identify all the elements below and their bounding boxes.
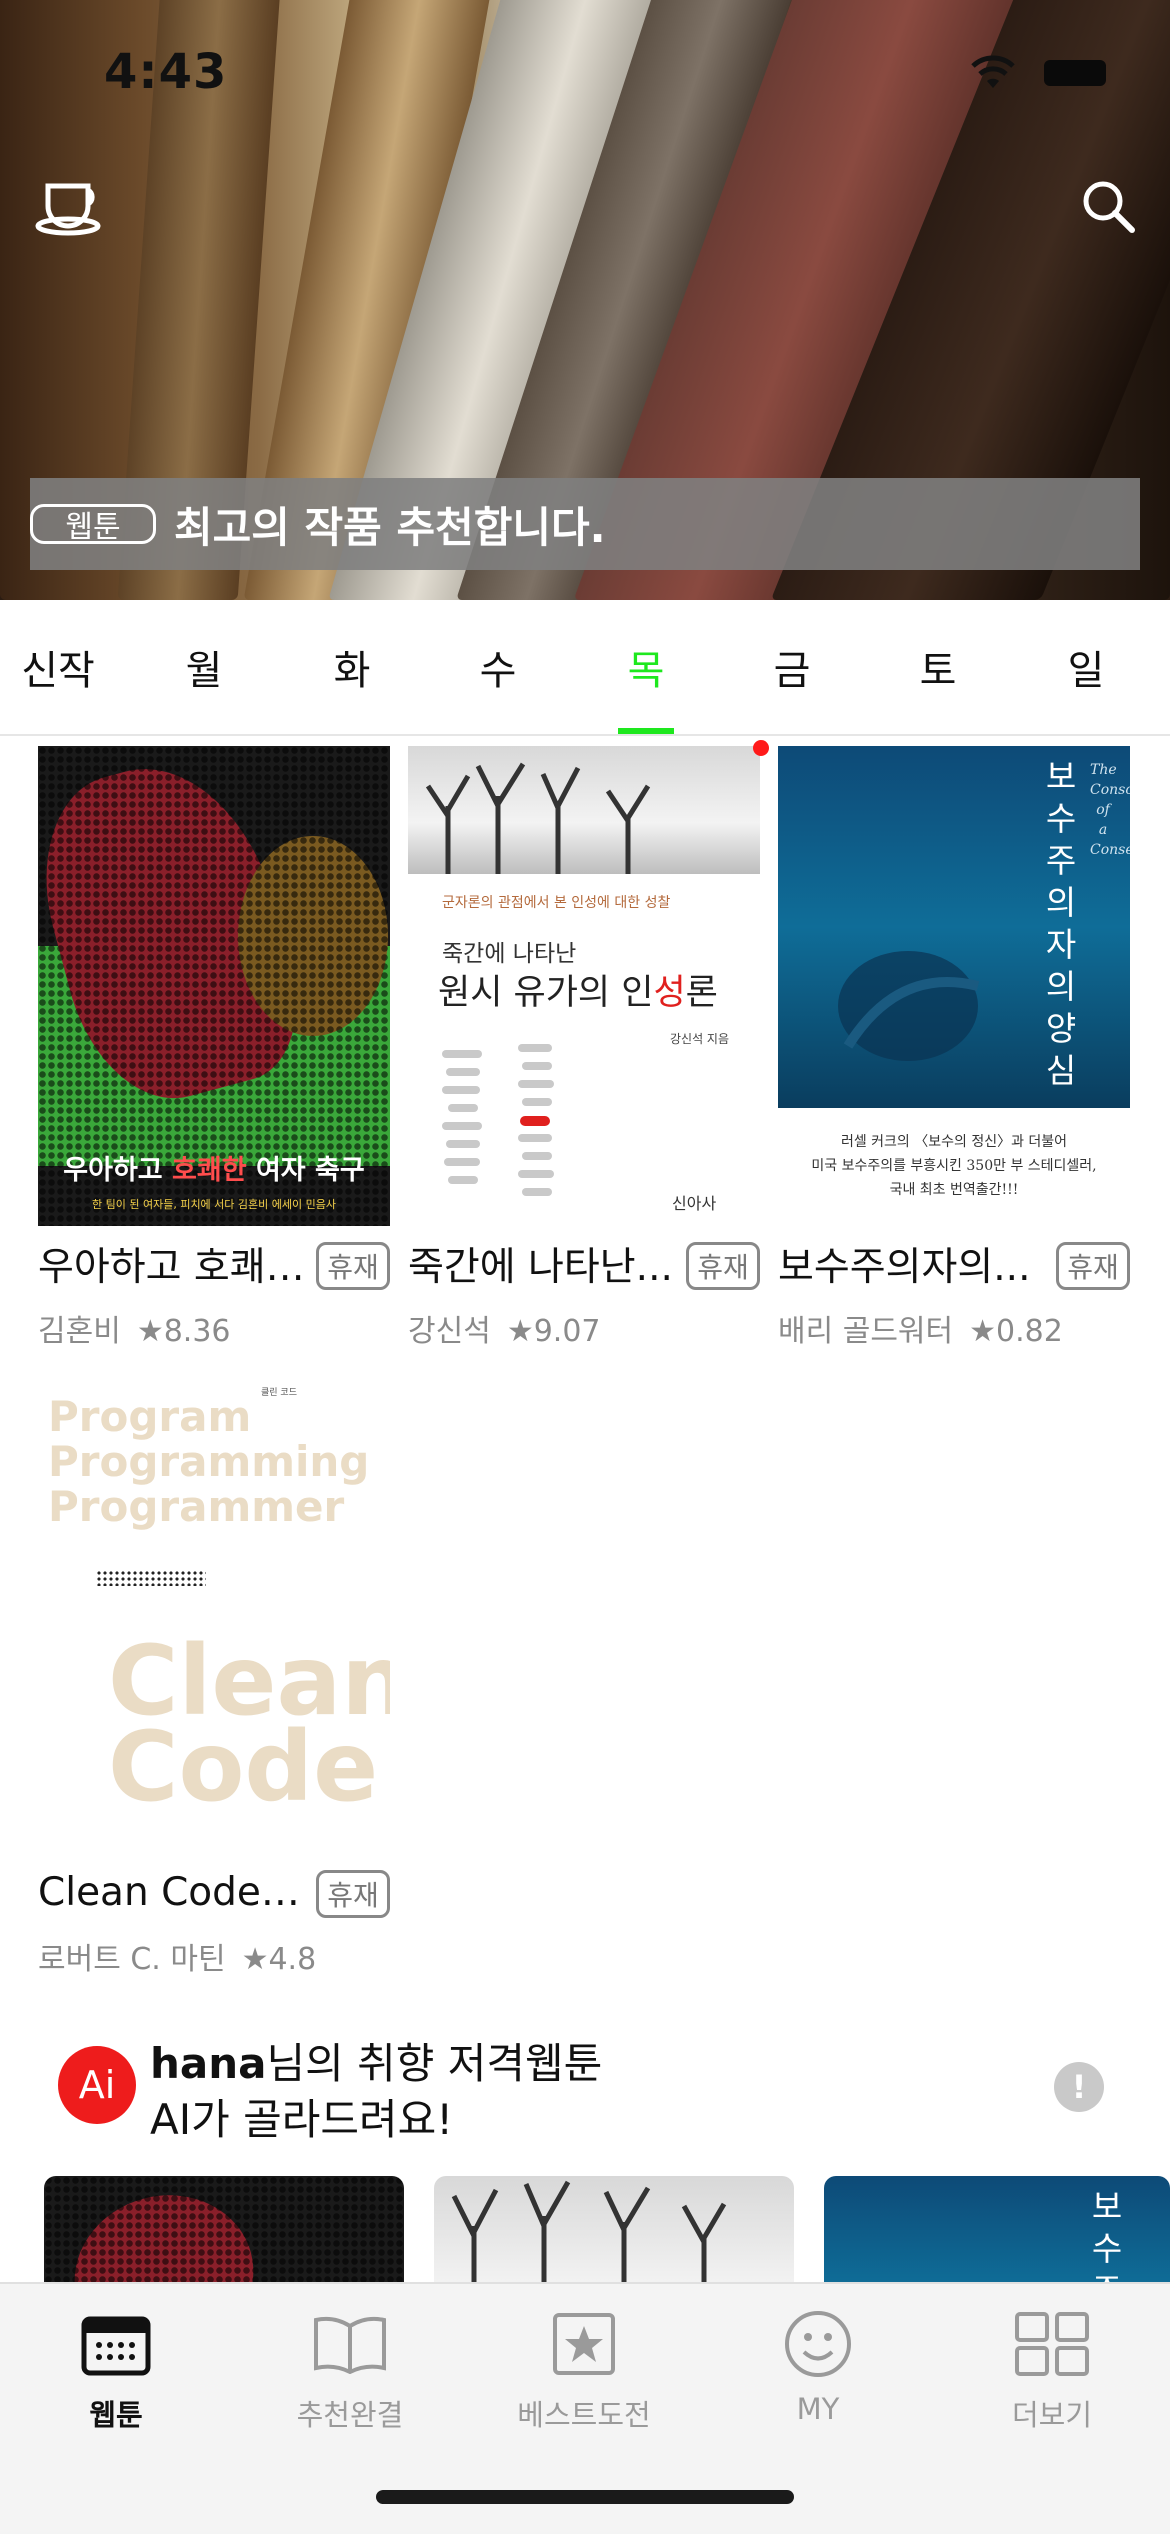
webtoon-tag: 웹툰 <box>30 504 156 545</box>
tab-saturday[interactable]: 토 <box>898 638 978 696</box>
hiatus-badge: 휴재 <box>1056 1242 1130 1290</box>
tab-sunday[interactable]: 일 <box>1046 638 1126 696</box>
cover-words: Program Programming Programmer <box>48 1392 370 1531</box>
nav-webtoon[interactable]: 웹툰 <box>16 2304 216 2434</box>
cover-subtitle: 한 팀이 된 여자들, 피치에 서다 김혼비 에세이 민음사 <box>92 1198 336 1211</box>
webtoon-cover[interactable]: 보수주의자의 양심 The Conscience of a Conservati… <box>778 746 1130 1226</box>
nav-more[interactable]: 더보기 <box>952 2304 1152 2434</box>
card-title: 보수주의자의... <box>778 1245 1031 1290</box>
nav-best-challenge[interactable]: 베스트도전 <box>484 2304 684 2434</box>
card-title: 죽간에 나타난... <box>408 1245 673 1290</box>
recommended-item[interactable] <box>44 2176 404 2286</box>
calendar-icon <box>76 2304 156 2384</box>
card-meta: 배리 골드워터 ★0.82 <box>778 1306 1063 1350</box>
cover-title-line1: 죽간에 나타난 <box>442 941 577 967</box>
coffee-cup-icon[interactable] <box>30 166 110 246</box>
author: 로버트 C. 마틴 <box>38 1942 226 1977</box>
tab-new[interactable]: 신작 <box>18 638 98 696</box>
recommended-item[interactable]: 보수주 <box>824 2176 1170 2286</box>
search-icon[interactable] <box>1068 166 1148 246</box>
author: 김혼비 <box>38 1314 121 1349</box>
author: 배리 골드워터 <box>778 1314 954 1349</box>
hero-title: 최고의 작품 추천합니다. <box>174 502 606 552</box>
rating: ★8.36 <box>136 1314 231 1349</box>
cover-small-title: 클린 코드 <box>261 1388 297 1398</box>
webtoon-cover[interactable]: 우아하고 호쾌한 여자 축구 한 팀이 된 여자들, 피치에 서다 김혼비 에세… <box>38 746 390 1226</box>
card-meta: 김혼비 ★8.36 <box>38 1306 231 1350</box>
author: 강신석 <box>408 1314 491 1349</box>
info-icon[interactable]: ! <box>1054 2062 1104 2112</box>
tab-wednesday[interactable]: 수 <box>458 638 538 696</box>
cover-subtitle: 군자론의 관점에서 본 인성에 대한 성찰 <box>442 895 671 911</box>
hero-banner[interactable]: 4:43 웹툰 최고의 작품 추천합니다. <box>0 0 1170 600</box>
tab-tuesday[interactable]: 화 <box>312 638 392 696</box>
wifi-icon <box>971 55 1015 88</box>
webtoon-cover[interactable]: Program Programming Programmer 클린 코드 Cle… <box>38 1374 390 1854</box>
cover-title-english: The Conscience of a Conservative <box>1090 762 1130 858</box>
active-tab-indicator <box>618 728 674 734</box>
cover-big-title: Clean Code <box>108 1625 390 1823</box>
cover-dots-graphic <box>96 1570 206 1586</box>
tab-thursday[interactable]: 목 <box>606 638 686 696</box>
day-tabs: 신작 월 화 수 목 금 토 일 <box>0 600 1170 736</box>
ai-heading-line2: AI가 골라드려요! <box>150 2095 454 2144</box>
battery-icon <box>1044 60 1106 86</box>
cover-author: 강신석 지음 <box>670 1032 730 1046</box>
hero-caption-bar[interactable]: 웹툰 최고의 작품 추천합니다. <box>30 478 1140 570</box>
rating: ★0.82 <box>969 1314 1063 1349</box>
rating: ★4.8 <box>241 1942 317 1977</box>
ai-heading-line1: hana님의 취향 저격웹툰 <box>150 2039 603 2088</box>
user-name: hana <box>150 2039 267 2088</box>
star-box-icon <box>544 2304 624 2384</box>
recommended-item[interactable] <box>434 2176 794 2286</box>
card-title: 우아하고 호쾌… <box>38 1245 305 1290</box>
home-indicator[interactable] <box>376 2490 794 2504</box>
rating: ★9.07 <box>506 1314 601 1349</box>
webtoon-card[interactable]: 우아하고 호쾌한 여자 축구 한 팀이 된 여자들, 피치에 서다 김혼비 에세… <box>38 746 390 1349</box>
webtoon-card[interactable]: 군자론의 관점에서 본 인성에 대한 성찰 죽간에 나타난 원시 유가의 인성론… <box>408 740 769 1349</box>
webtoon-card[interactable]: Program Programming Programmer 클린 코드 Cle… <box>38 1374 390 1977</box>
grid-icon <box>1012 2304 1092 2384</box>
ai-badge-icon: Ai <box>58 2046 136 2124</box>
cover-title: 우아하고 호쾌한 여자 축구 <box>63 1155 365 1186</box>
nav-my[interactable]: MY <box>718 2304 918 2426</box>
tab-friday[interactable]: 금 <box>752 638 832 696</box>
new-update-dot <box>753 740 769 756</box>
card-title: Clean Code(… <box>38 1869 308 1915</box>
card-meta: 강신석 ★9.07 <box>408 1306 601 1350</box>
webtoon-cover[interactable]: 군자론의 관점에서 본 인성에 대한 성찰 죽간에 나타난 원시 유가의 인성론… <box>408 746 760 1226</box>
cover-publisher: 신아사 <box>672 1194 717 1213</box>
cover-caption: 러셀 커크의 〈보수의 정신〉과 더불어 미국 보수주의를 부흥시킨 350만 … <box>811 1134 1097 1198</box>
hiatus-badge: 휴재 <box>316 1242 390 1290</box>
cover-title-vertical: 보수주의자의 양심 <box>1045 757 1077 1090</box>
hiatus-badge: 휴재 <box>686 1242 760 1290</box>
nav-recommended-completed[interactable]: 추천완결 <box>250 2304 450 2434</box>
tab-monday[interactable]: 월 <box>164 638 244 696</box>
card-meta: 로버트 C. 마틴 ★4.8 <box>38 1934 316 1978</box>
hiatus-badge: 휴재 <box>316 1870 390 1918</box>
open-book-icon <box>310 2304 390 2384</box>
status-time: 4:43 <box>104 44 228 100</box>
smiley-icon <box>778 2304 858 2384</box>
cover-title-line2: 원시 유가의 인성론 <box>438 973 718 1013</box>
webtoon-card[interactable]: 보수주의자의 양심 The Conscience of a Conservati… <box>778 746 1130 1349</box>
